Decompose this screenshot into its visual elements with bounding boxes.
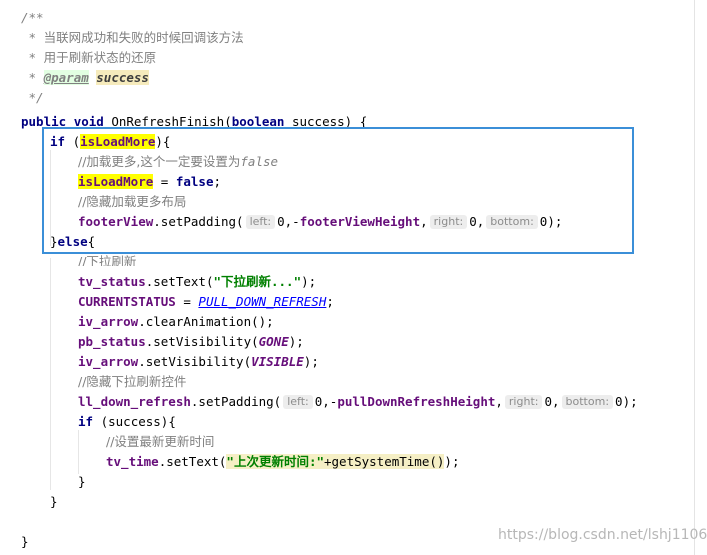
code-line-comment-pull: //下拉刷新 [78, 252, 136, 266]
code-line-currentstatus: CURRENTSTATUS = PULL_DOWN_REFRESH; [78, 294, 334, 309]
param-hint-left: left: [283, 395, 313, 409]
doc-comment-line: 用于刷新状态的还原 [43, 50, 157, 65]
field-tv-status: tv_status [78, 274, 146, 289]
code-line-comment-hide: //隐藏下拉刷新控件 [78, 372, 186, 392]
code-line-5: */ [21, 88, 44, 108]
code-line-tv-status: tv_status.setText("下拉刷新..."); [78, 274, 317, 289]
code-line-1: /** [21, 8, 44, 28]
field-iv-arrow: iv_arrow [78, 354, 139, 369]
code-line-clear-anim: iv_arrow.clearAnimation(); [78, 314, 274, 329]
code-line-4: * @param success [21, 68, 149, 88]
field-pulldownrefreshheight: pullDownRefreshHeight [337, 394, 496, 409]
code-line-3: * 用于刷新状态的还原 [21, 48, 157, 68]
comment-star: * [28, 50, 37, 65]
comment-close: */ [28, 90, 44, 105]
constant-gone: GONE [258, 334, 289, 349]
param-tag: @param [43, 70, 89, 85]
right-margin-line [694, 0, 695, 555]
code-line-close-inner: } [78, 474, 86, 489]
doc-comment-line: 当联网成功和失败的时候回调该方法 [43, 30, 244, 45]
code-line-2: * 当联网成功和失败的时候回调该方法 [21, 28, 244, 48]
field-iv-arrow: iv_arrow [78, 314, 139, 329]
code-comment: //下拉刷新 [78, 254, 137, 266]
param-hint-right: right: [504, 395, 543, 409]
string-pull: "下拉刷新..." [213, 274, 302, 289]
code-line-pb-status: pb_status.setVisibility(GONE); [78, 334, 304, 349]
highlight-box [42, 127, 634, 254]
code-line-ll-padding: ll_down_refresh.setPadding(left: 0,-pullD… [78, 394, 638, 409]
code-line-if-success: if (success){ [78, 414, 176, 429]
param-hint-bottom: bottom: [561, 395, 614, 409]
code-line-close-else: } [50, 494, 58, 509]
editor-gutter [0, 0, 12, 555]
field-ll-down-refresh: ll_down_refresh [78, 394, 191, 409]
field-pb-status: pb_status [78, 334, 146, 349]
code-line-comment-time: //设置最新更新时间 [106, 432, 214, 452]
code-comment: //隐藏下拉刷新控件 [78, 374, 187, 389]
string-time: "上次更新时间:" [226, 454, 324, 469]
comment-open: /** [21, 10, 44, 25]
watermark: https://blog.csdn.net/lshj1106 [498, 527, 707, 543]
constant-pull-down-refresh[interactable]: PULL_DOWN_REFRESH [198, 294, 326, 309]
field-currentstatus: CURRENTSTATUS [78, 294, 176, 309]
comment-star: * [28, 30, 37, 45]
field-tv-time: tv_time [106, 454, 159, 469]
indent-guide [78, 430, 79, 474]
keyword-if: if [78, 414, 94, 429]
code-line-tv-time: tv_time.setText("上次更新时间:"+getSystemTime(… [106, 454, 460, 469]
code-comment: //设置最新更新时间 [106, 434, 215, 449]
code-line-close-method: } [21, 534, 29, 549]
comment-star: * [28, 70, 37, 85]
indent-guide [50, 258, 51, 490]
param-value: success [96, 70, 149, 85]
code-line-iv-arrow-vis: iv_arrow.setVisibility(VISIBLE); [78, 354, 319, 369]
constant-visible: VISIBLE [251, 354, 304, 369]
